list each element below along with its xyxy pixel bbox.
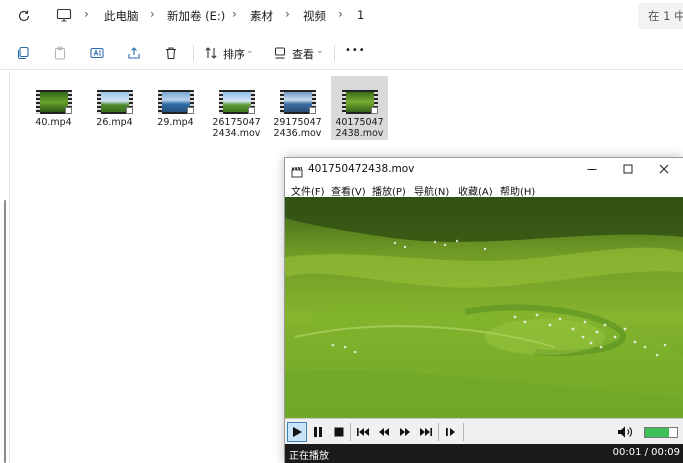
menu-play[interactable]: 播放(P) (372, 183, 406, 198)
copy-icon[interactable] (15, 45, 31, 61)
previous-track-icon[interactable] (354, 423, 372, 441)
controls-divider (438, 423, 439, 441)
pause-icon[interactable] (309, 423, 327, 441)
file-item[interactable]: 29.mp4 (147, 76, 204, 140)
file-name: 29.mp4 (157, 117, 194, 128)
stop-icon[interactable] (330, 423, 348, 441)
more-options-button[interactable]: ••• (345, 45, 366, 56)
video-frame[interactable] (285, 197, 683, 418)
toolbar-divider (193, 45, 194, 61)
video-thumbnail (35, 90, 72, 114)
controls-divider (350, 423, 351, 441)
rename-icon[interactable] (89, 45, 105, 61)
fast-forward-icon[interactable] (396, 423, 414, 441)
clapperboard-icon (291, 163, 303, 178)
chevron-right-icon: › (232, 7, 237, 21)
chevron-right-icon: › (285, 7, 290, 21)
menu-file[interactable]: 文件(F) (291, 183, 325, 198)
chevron-down-icon: ⌄ (316, 46, 324, 56)
search-input[interactable]: 在 1 中 (638, 3, 683, 29)
volume-level (645, 428, 669, 437)
chevron-right-icon: › (338, 7, 343, 21)
file-item[interactable]: 26175047 2434.mov (208, 76, 265, 140)
status-bar: 正在播放 00:01 / 00:09 (285, 444, 683, 463)
view-button[interactable]: 查看 (292, 46, 314, 62)
address-bar: › 此电脑 › 新加卷 (E:) › 素材 › 视频 › 1 在 1 中 (0, 0, 683, 32)
file-name: 29175047 2436.mov (273, 117, 322, 139)
nav-scrollbar[interactable] (4, 200, 6, 463)
player-title-bar[interactable]: 401750472438.mov (285, 158, 683, 181)
nav-pane-border (9, 71, 10, 463)
video-thumbnail (96, 90, 133, 114)
video-thumbnail (218, 90, 255, 114)
file-name: 26.mp4 (96, 117, 133, 128)
frame-step-icon[interactable] (442, 423, 460, 441)
breadcrumb-item[interactable]: 此电脑 (104, 8, 139, 24)
chevron-right-icon: › (150, 7, 155, 21)
menu-favorites[interactable]: 收藏(A) (458, 183, 493, 198)
file-name: 26175047 2434.mov (212, 117, 261, 139)
play-icon[interactable] (287, 422, 307, 442)
breadcrumb-item[interactable]: 视频 (303, 8, 326, 24)
toolbar-divider (334, 45, 335, 61)
desktop: › 此电脑 › 新加卷 (E:) › 素材 › 视频 › 1 在 1 中 排序 (0, 0, 683, 463)
file-item-selected[interactable]: 40175047 2438.mov (331, 76, 388, 140)
menu-view[interactable]: 查看(V) (331, 183, 366, 198)
paste-icon[interactable] (52, 45, 68, 61)
file-item[interactable]: 26.mp4 (86, 76, 143, 140)
share-icon[interactable] (126, 45, 142, 61)
player-menu-bar: 文件(F) 查看(V) 播放(P) 导航(N) 收藏(A) 帮助(H) (285, 181, 683, 198)
video-thumbnail (341, 90, 378, 114)
breadcrumb-item[interactable]: 1 (357, 8, 364, 22)
view-icon[interactable] (272, 45, 288, 61)
volume-icon[interactable] (617, 423, 635, 441)
video-thumbnail (157, 90, 194, 114)
volume-slider[interactable] (644, 427, 678, 438)
video-thumbnail (279, 90, 316, 114)
chevron-down-icon: ⌄ (246, 46, 254, 56)
delete-icon[interactable] (163, 45, 179, 61)
command-bar: 排序 ⌄ 查看 ⌄ ••• (0, 36, 683, 70)
breadcrumb-item[interactable]: 新加卷 (E:) (167, 8, 225, 24)
sort-icon[interactable] (203, 45, 219, 61)
controls-divider (463, 423, 464, 441)
refresh-icon[interactable] (14, 6, 34, 26)
playback-status: 正在播放 (289, 451, 329, 462)
file-item[interactable]: 29175047 2436.mov (269, 76, 326, 140)
playback-time: 00:01 / 00:09 (612, 447, 680, 458)
rewind-icon[interactable] (375, 423, 393, 441)
sort-button[interactable]: 排序 (223, 46, 245, 62)
minimize-icon[interactable] (581, 160, 603, 178)
maximize-icon[interactable] (617, 160, 639, 178)
menu-help[interactable]: 帮助(H) (500, 183, 535, 198)
menu-navigate[interactable]: 导航(N) (414, 183, 449, 198)
next-track-icon[interactable] (417, 423, 435, 441)
player-title: 401750472438.mov (308, 163, 415, 175)
media-player-window: 401750472438.mov 文件(F) 查看(V) 播放(P) 导航(N)… (284, 157, 683, 463)
close-icon[interactable] (653, 160, 675, 178)
file-item[interactable]: 40.mp4 (25, 76, 82, 140)
file-name: 40175047 2438.mov (335, 117, 384, 139)
computer-icon[interactable] (56, 7, 72, 23)
playback-controls (285, 418, 683, 444)
chevron-right-icon: › (84, 7, 89, 21)
breadcrumb-item[interactable]: 素材 (250, 8, 273, 24)
file-name: 40.mp4 (35, 117, 72, 128)
